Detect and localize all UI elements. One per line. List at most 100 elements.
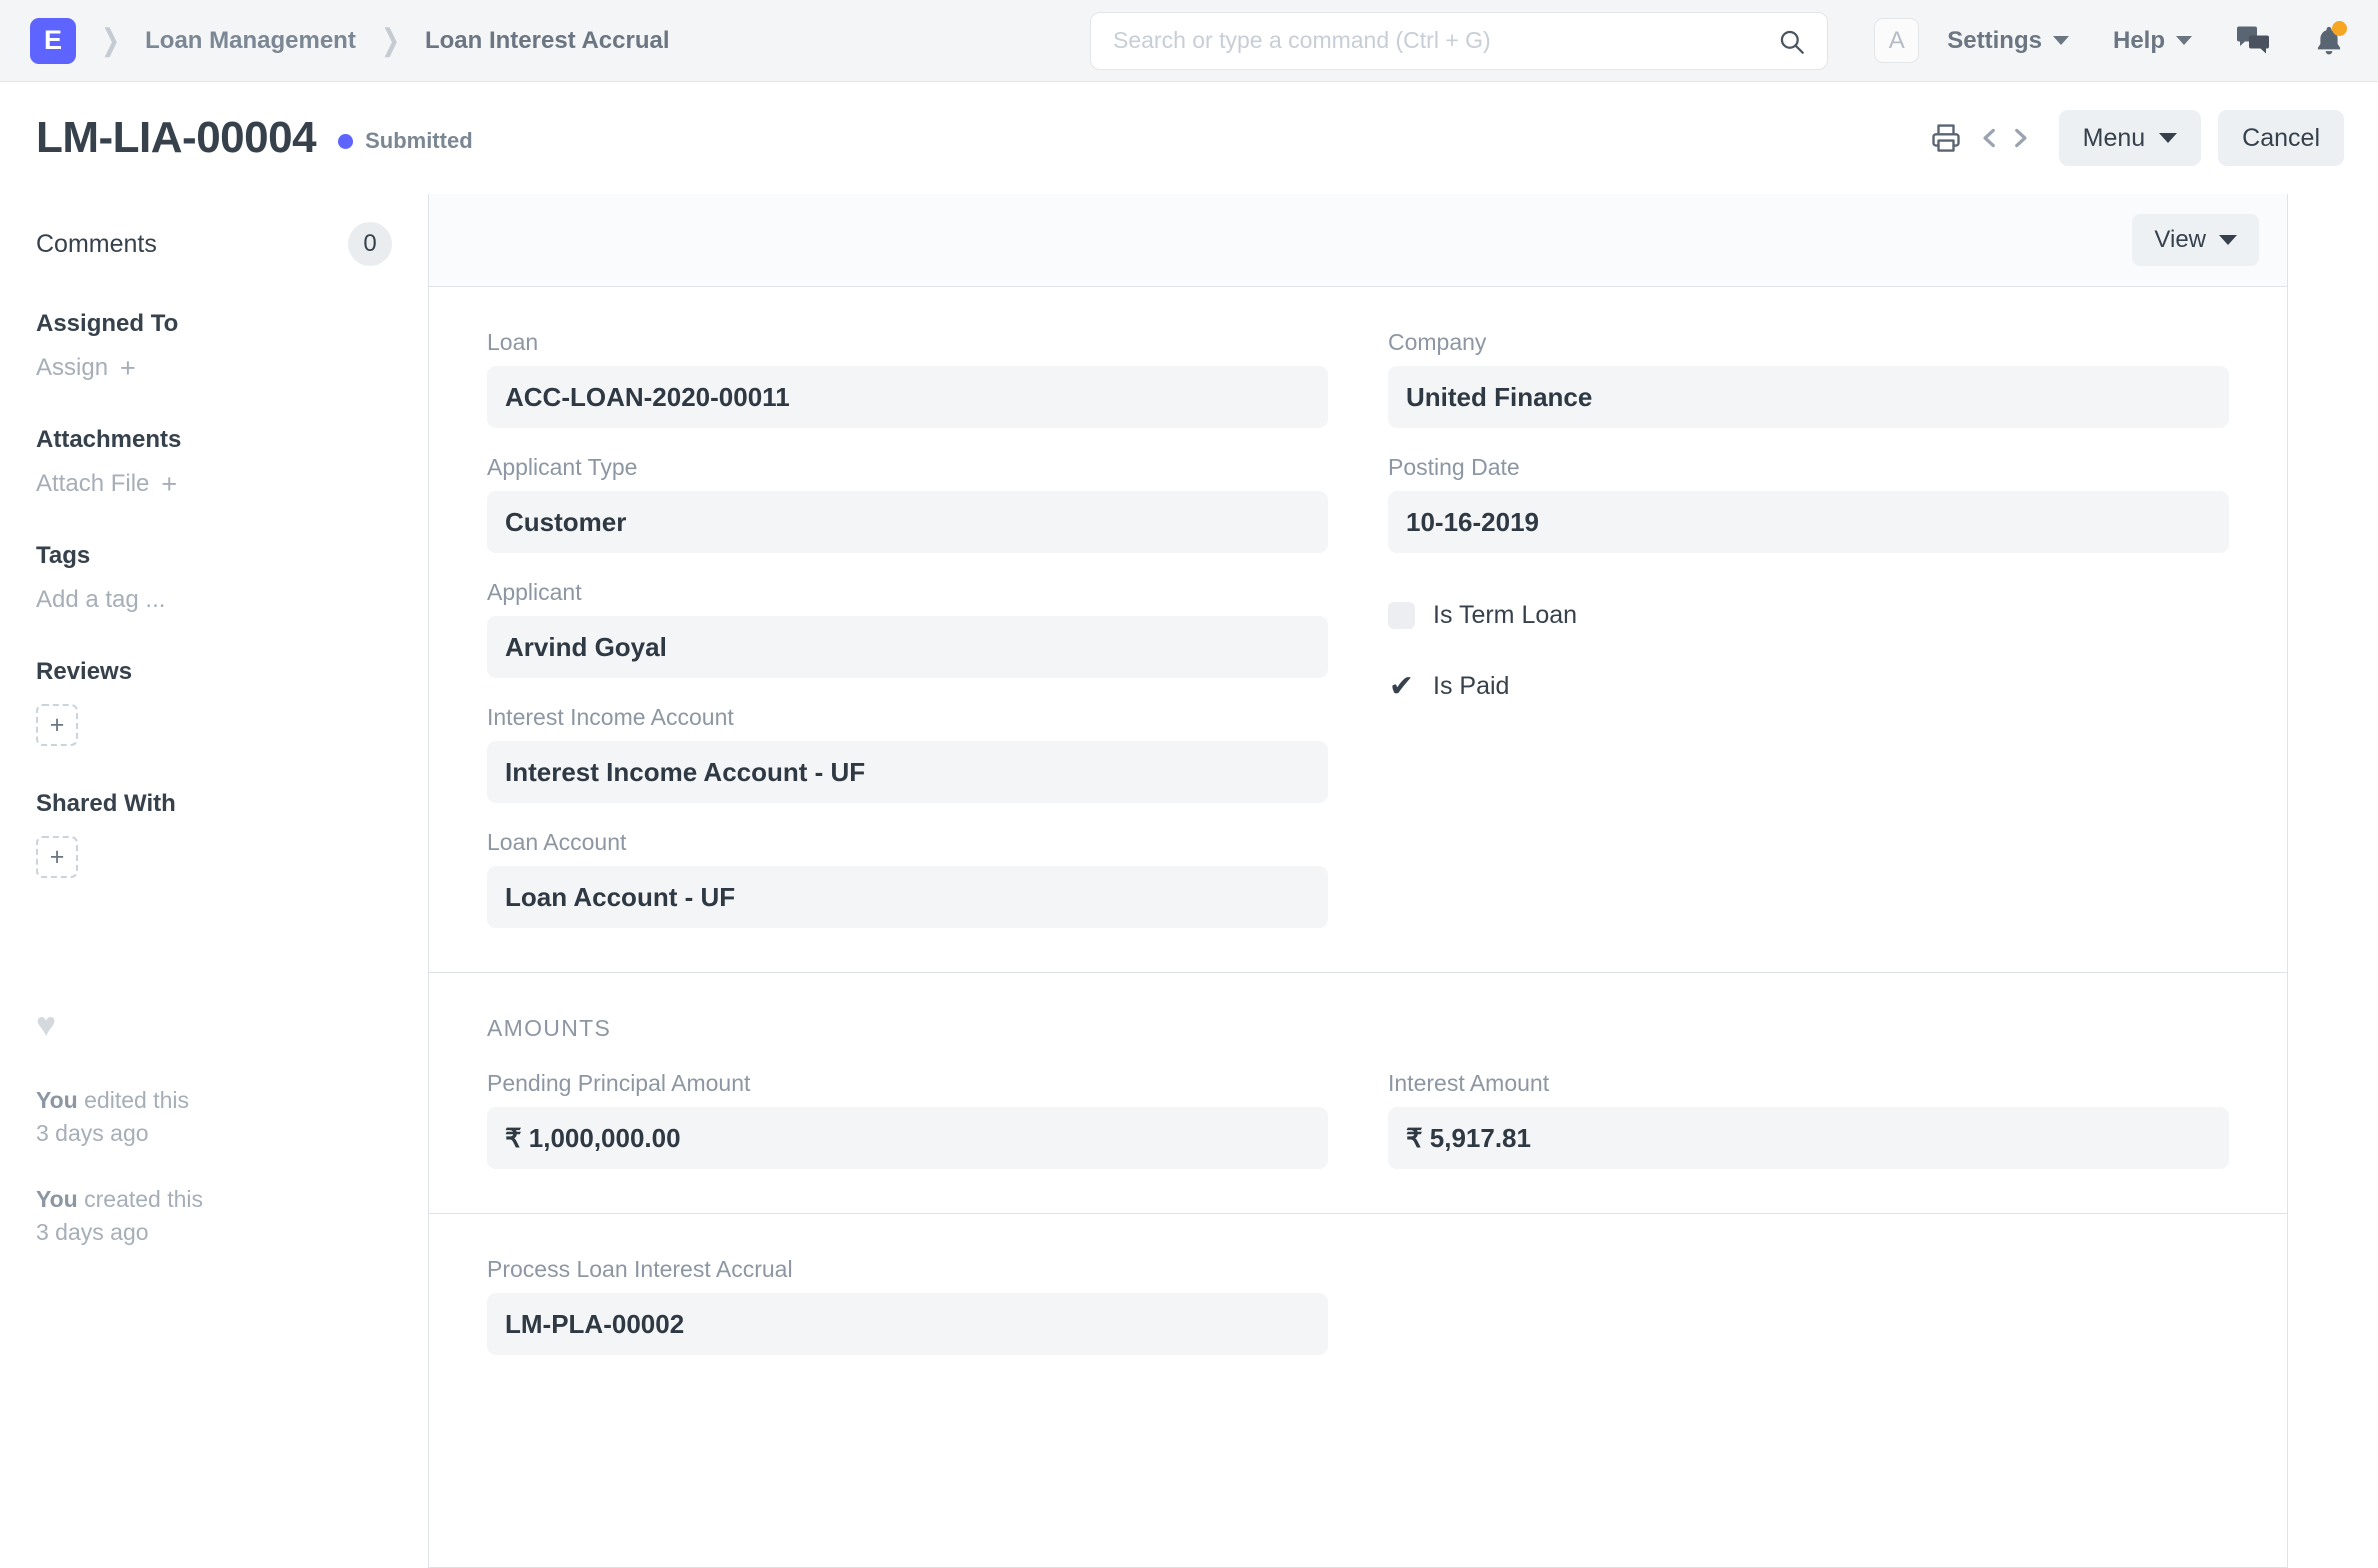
field-value[interactable]: Arvind Goyal	[487, 616, 1328, 678]
avatar[interactable]: A	[1874, 18, 1920, 63]
field-applicant: Applicant Arvind Goyal	[487, 579, 1328, 678]
checkbox-label: Is Paid	[1433, 672, 1510, 700]
field-value[interactable]: Customer	[487, 491, 1328, 553]
shared-with-block: Shared With +	[36, 790, 392, 878]
search-box[interactable]	[1090, 11, 1828, 70]
checkbox-is-paid[interactable]: ✔ Is Paid	[1388, 671, 2229, 701]
amounts-right-column: Interest Amount ₹ 5,917.81	[1388, 1070, 2229, 1169]
breadcrumb-loan-interest-accrual[interactable]: Loan Interest Accrual	[425, 27, 670, 55]
next-document-button[interactable]	[2005, 119, 2035, 157]
field-label: Loan Account	[487, 829, 627, 855]
add-tag-input[interactable]: Add a tag ...	[36, 586, 392, 614]
activity-action: created this	[77, 1185, 204, 1212]
status-dot-icon	[338, 133, 354, 149]
field-value[interactable]: ₹ 5,917.81	[1388, 1107, 2229, 1169]
breadcrumb-loan-management[interactable]: Loan Management	[145, 27, 356, 55]
attach-file-label: Attach File	[36, 470, 150, 497]
add-share-button[interactable]: +	[36, 836, 78, 878]
field-posting-date: Posting Date 10-16-2019	[1388, 454, 2229, 553]
field-process-loan-interest-accrual: Process Loan Interest Accrual LM-PLA-000…	[487, 1256, 1328, 1355]
chevron-down-icon	[2159, 133, 2178, 143]
field-value[interactable]: United Finance	[1388, 366, 2229, 428]
activity-actor: You	[36, 1185, 78, 1212]
chat-icon[interactable]	[2236, 26, 2270, 56]
process-left-column: Process Loan Interest Accrual LM-PLA-000…	[487, 1256, 1328, 1355]
chevron-down-icon	[2052, 36, 2069, 45]
field-label: Applicant	[487, 579, 582, 605]
add-review-button[interactable]: +	[36, 704, 78, 746]
view-label: View	[2154, 226, 2206, 253]
field-value[interactable]: ACC-LOAN-2020-00011	[487, 366, 1328, 428]
attachments-block: Attachments Attach File +	[36, 426, 392, 498]
checkbox-label: Is Term Loan	[1433, 601, 1578, 629]
field-label: Pending Principal Amount	[487, 1070, 751, 1096]
status-label: Submitted	[365, 128, 473, 153]
prev-document-button[interactable]	[1975, 119, 2005, 157]
assigned-to-block: Assigned To Assign +	[36, 310, 392, 382]
field-label: Process Loan Interest Accrual	[487, 1256, 793, 1282]
menu-button[interactable]: Menu	[2058, 110, 2202, 166]
settings-label: Settings	[1947, 26, 2042, 54]
comments-row[interactable]: Comments 0	[36, 222, 392, 266]
page-title: LM-LIA-00004	[36, 113, 317, 162]
app-logo[interactable]: E	[30, 17, 76, 64]
field-pending-principal-amount: Pending Principal Amount ₹ 1,000,000.00	[487, 1070, 1328, 1169]
view-button[interactable]: View	[2132, 214, 2259, 266]
field-loan: Loan ACC-LOAN-2020-00011	[487, 329, 1328, 428]
field-value[interactable]: Loan Account - UF	[487, 866, 1328, 928]
assign-button[interactable]: Assign +	[36, 354, 392, 382]
breadcrumb-separator-1: ❯	[101, 23, 120, 57]
page-body: Comments 0 Assigned To Assign + Attachme…	[0, 194, 2378, 1568]
amounts-left-column: Pending Principal Amount ₹ 1,000,000.00	[487, 1070, 1328, 1169]
notifications-bell[interactable]	[2314, 20, 2347, 57]
field-interest-amount: Interest Amount ₹ 5,917.81	[1388, 1070, 2229, 1169]
activity-action: edited this	[77, 1087, 189, 1113]
cancel-button[interactable]: Cancel	[2218, 110, 2344, 166]
reviews-label: Reviews	[36, 658, 133, 685]
form-card: View Loan ACC-LOAN-2020-00011 Applicant …	[428, 194, 2288, 1568]
field-value[interactable]: 10-16-2019	[1388, 491, 2229, 553]
menu-label: Menu	[2082, 123, 2146, 152]
attachments-label: Attachments	[36, 426, 182, 453]
shared-with-label: Shared With	[36, 790, 176, 817]
section-heading-amounts: AMOUNTS	[487, 1015, 612, 1041]
field-value[interactable]: ₹ 1,000,000.00	[487, 1107, 1328, 1169]
chevron-down-icon	[2219, 235, 2237, 245]
print-icon[interactable]	[1925, 117, 1967, 159]
details-left-column: Loan ACC-LOAN-2020-00011 Applicant Type …	[487, 329, 1328, 928]
breadcrumb-separator-2: ❯	[380, 23, 400, 57]
tags-label: Tags	[36, 542, 91, 569]
process-right-column	[1388, 1256, 2229, 1355]
activity-created: You created this 3 days ago	[36, 1183, 392, 1250]
activity-time: 3 days ago	[36, 1120, 149, 1147]
plus-icon: +	[161, 468, 178, 499]
search-input[interactable]	[1113, 27, 1805, 54]
field-label: Applicant Type	[487, 454, 638, 480]
plus-icon: +	[120, 352, 136, 383]
field-label: Loan	[487, 329, 539, 355]
checkbox-unchecked-icon[interactable]	[1388, 602, 1415, 629]
activity-edited: You edited this 3 days ago	[36, 1084, 392, 1151]
form-toolbar: View	[429, 194, 2287, 287]
top-navbar: E ❯ Loan Management ❯ Loan Interest Accr…	[0, 0, 2378, 82]
attach-file-button[interactable]: Attach File +	[36, 470, 392, 498]
field-label: Interest Amount	[1388, 1070, 1550, 1096]
checkbox-is-term-loan[interactable]: Is Term Loan	[1388, 601, 2229, 630]
comments-label: Comments	[36, 229, 157, 258]
notification-badge	[2332, 20, 2347, 36]
help-menu[interactable]: Help	[2113, 27, 2192, 55]
like-heart-icon[interactable]: ♥	[36, 1008, 392, 1042]
field-company: Company United Finance	[1388, 329, 2229, 428]
reviews-block: Reviews +	[36, 658, 392, 746]
chevron-down-icon	[2176, 36, 2192, 45]
field-value[interactable]: LM-PLA-00002	[487, 1293, 1328, 1355]
activity-time: 3 days ago	[36, 1219, 149, 1246]
field-label: Posting Date	[1388, 454, 1520, 480]
field-loan-account: Loan Account Loan Account - UF	[487, 829, 1328, 928]
help-label: Help	[2112, 26, 2165, 54]
settings-menu[interactable]: Settings	[1947, 27, 2069, 55]
checkbox-checked-icon[interactable]: ✔	[1388, 671, 1415, 701]
field-value[interactable]: Interest Income Account - UF	[487, 741, 1328, 803]
search-icon[interactable]	[1778, 28, 1805, 60]
tags-block: Tags Add a tag ...	[36, 542, 392, 614]
